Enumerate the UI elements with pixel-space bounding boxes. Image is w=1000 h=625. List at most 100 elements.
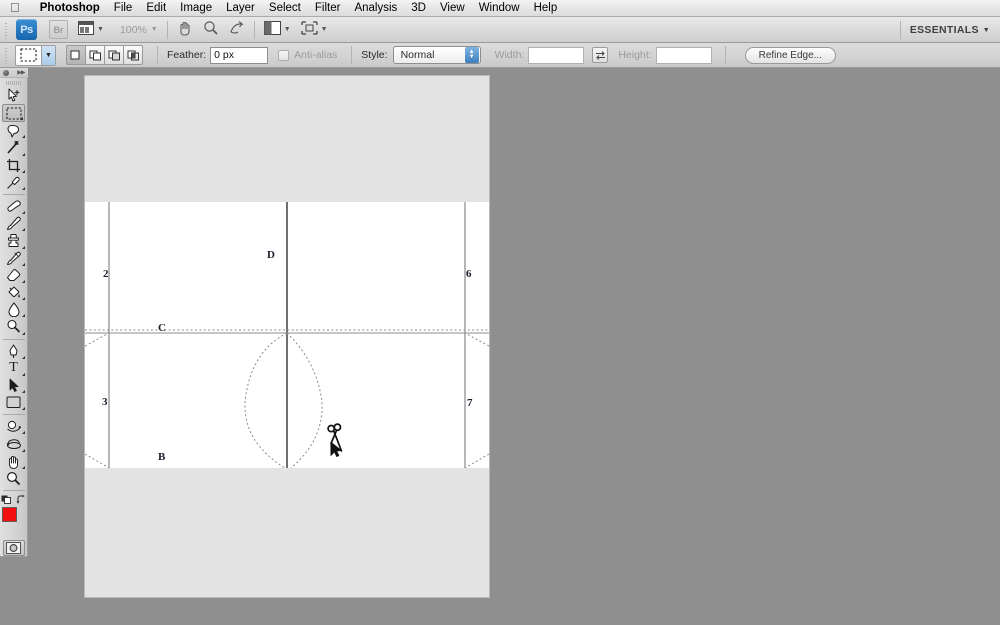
- swap-width-height-button[interactable]: [592, 47, 608, 63]
- paint-bucket-icon: [6, 285, 21, 300]
- menu-item-photoshop[interactable]: Photoshop: [33, 0, 107, 17]
- artwork-canvas[interactable]: 2 D 6 C 3 7 B: [85, 202, 489, 468]
- hand-tool-button[interactable]: [177, 19, 193, 41]
- tool-flyout-triangle-icon[interactable]: [22, 170, 25, 173]
- tool-flyout-triangle-icon[interactable]: [22, 228, 25, 231]
- rotate-3d-object-tool[interactable]: [2, 418, 26, 435]
- path-selection-tool[interactable]: [2, 377, 26, 394]
- tool-flyout-triangle-icon[interactable]: [22, 390, 25, 393]
- tool-flyout-triangle-icon[interactable]: [22, 187, 25, 190]
- eyedropper-tool[interactable]: [2, 174, 26, 191]
- workspace-canvas-area[interactable]: 2 D 6 C 3 7 B: [28, 68, 1000, 625]
- clone-stamp-tool[interactable]: [2, 232, 26, 249]
- screen-mode-button[interactable]: ▼: [264, 19, 291, 41]
- tool-flyout-triangle-icon[interactable]: [22, 263, 25, 266]
- spot-healing-brush-tool[interactable]: [2, 198, 26, 215]
- refine-edge-button[interactable]: Refine Edge...: [745, 47, 836, 64]
- hand-tool[interactable]: [2, 453, 26, 470]
- add-to-selection-button[interactable]: [85, 45, 105, 65]
- current-tool-preset-picker[interactable]: ▼: [15, 45, 56, 66]
- hand-tool-icon: [177, 20, 193, 40]
- tool-flyout-triangle-icon[interactable]: [22, 431, 25, 434]
- rectangle-shape-tool[interactable]: [2, 394, 26, 411]
- feather-input[interactable]: [210, 47, 268, 64]
- tool-flyout-triangle-icon[interactable]: [22, 246, 25, 249]
- pen-tool[interactable]: [2, 342, 26, 359]
- apple-logo-icon[interactable]: : [10, 1, 20, 14]
- chevron-down-icon: ▼: [97, 26, 104, 33]
- orbit-3d-camera-tool[interactable]: [2, 435, 26, 452]
- eraser-tool[interactable]: [2, 267, 26, 284]
- menu-item-file[interactable]: File: [107, 0, 140, 17]
- workspace-switcher[interactable]: ESSENTIALS ▼: [891, 17, 990, 43]
- style-label: Style:: [361, 49, 387, 61]
- tool-options-bar: ▼: [0, 43, 1000, 68]
- height-input[interactable]: [656, 47, 712, 64]
- tool-flyout-triangle-icon[interactable]: [22, 135, 25, 138]
- tool-flyout-triangle-icon[interactable]: [22, 407, 25, 410]
- tools-divider-3: [3, 414, 25, 415]
- arrange-documents-button[interactable]: ▼: [78, 19, 104, 41]
- zoom-tool[interactable]: [2, 470, 26, 487]
- intersect-with-selection-button[interactable]: [123, 45, 143, 65]
- width-input[interactable]: [528, 47, 584, 64]
- tool-flyout-triangle-icon[interactable]: [22, 466, 25, 469]
- menu-item-view[interactable]: View: [433, 0, 472, 17]
- view-extras-button[interactable]: ▼: [301, 19, 328, 41]
- tool-flyout-triangle-icon[interactable]: [22, 280, 25, 283]
- tools-panel-header[interactable]: ▶▶: [0, 68, 28, 78]
- tool-flyout-triangle-icon[interactable]: [22, 297, 25, 300]
- tool-flyout-triangle-icon[interactable]: [22, 211, 25, 214]
- menu-item-window[interactable]: Window: [472, 0, 527, 17]
- tool-flyout-triangle-icon[interactable]: [22, 449, 25, 452]
- anti-alias-checkbox[interactable]: [278, 50, 289, 61]
- lasso-tool[interactable]: [2, 122, 26, 139]
- new-selection-button[interactable]: [66, 45, 86, 65]
- zoom-chevron-down-icon[interactable]: ▼: [151, 26, 158, 33]
- tool-preset-chevron-icon[interactable]: ▼: [41, 46, 55, 65]
- collapse-panel-icon[interactable]: ▶▶: [17, 69, 24, 76]
- zoom-tool-button[interactable]: [203, 19, 219, 41]
- tool-flyout-triangle-icon[interactable]: [22, 356, 25, 359]
- menu-item-select[interactable]: Select: [262, 0, 308, 17]
- rotate-view-button[interactable]: [229, 19, 245, 41]
- quick-mask-toggle[interactable]: [3, 540, 25, 556]
- tool-flyout-triangle-icon[interactable]: [20, 117, 23, 120]
- document-window[interactable]: 2 D 6 C 3 7 B: [85, 76, 489, 597]
- paint-bucket-tool[interactable]: [2, 284, 26, 301]
- style-stepper-icon[interactable]: ▲▼: [465, 47, 479, 63]
- rectangular-marquee-tool[interactable]: [2, 104, 25, 122]
- brush-icon: [6, 216, 21, 231]
- history-brush-tool[interactable]: [2, 250, 26, 267]
- tool-flyout-triangle-icon[interactable]: [22, 153, 25, 156]
- foreground-color-swatch[interactable]: [2, 507, 17, 522]
- menu-item-3d[interactable]: 3D: [404, 0, 433, 17]
- move-tool[interactable]: [2, 87, 26, 104]
- tool-flyout-triangle-icon[interactable]: [22, 314, 25, 317]
- menu-item-filter[interactable]: Filter: [308, 0, 348, 17]
- default-colors-icon[interactable]: [1, 495, 12, 504]
- dodge-tool[interactable]: [2, 318, 26, 335]
- optionsbar-separator-1: [157, 46, 158, 64]
- blur-tool[interactable]: [2, 301, 26, 318]
- type-tool[interactable]: T: [2, 360, 26, 377]
- photoshop-home-button[interactable]: Ps: [16, 19, 37, 40]
- rectangular-marquee-icon: [16, 46, 41, 65]
- menu-item-analysis[interactable]: Analysis: [347, 0, 404, 17]
- style-select[interactable]: Normal ▲▼: [393, 46, 481, 64]
- tool-flyout-triangle-icon[interactable]: [22, 373, 25, 376]
- subtract-from-selection-button[interactable]: [104, 45, 124, 65]
- tool-flyout-triangle-icon[interactable]: [22, 332, 25, 335]
- menu-item-edit[interactable]: Edit: [139, 0, 173, 17]
- menu-item-help[interactable]: Help: [527, 0, 565, 17]
- launch-bridge-button[interactable]: Br: [49, 20, 68, 39]
- panel-close-dot-icon[interactable]: [3, 70, 9, 76]
- menu-item-layer[interactable]: Layer: [219, 0, 262, 17]
- zoom-level-display[interactable]: 100%: [120, 24, 147, 36]
- appbar-separator-1: [167, 21, 168, 39]
- menu-item-image[interactable]: Image: [173, 0, 219, 17]
- brush-tool[interactable]: [2, 215, 26, 232]
- swap-colors-icon[interactable]: [16, 495, 27, 504]
- crop-tool[interactable]: [2, 157, 26, 174]
- magic-wand-tool[interactable]: [2, 139, 26, 156]
